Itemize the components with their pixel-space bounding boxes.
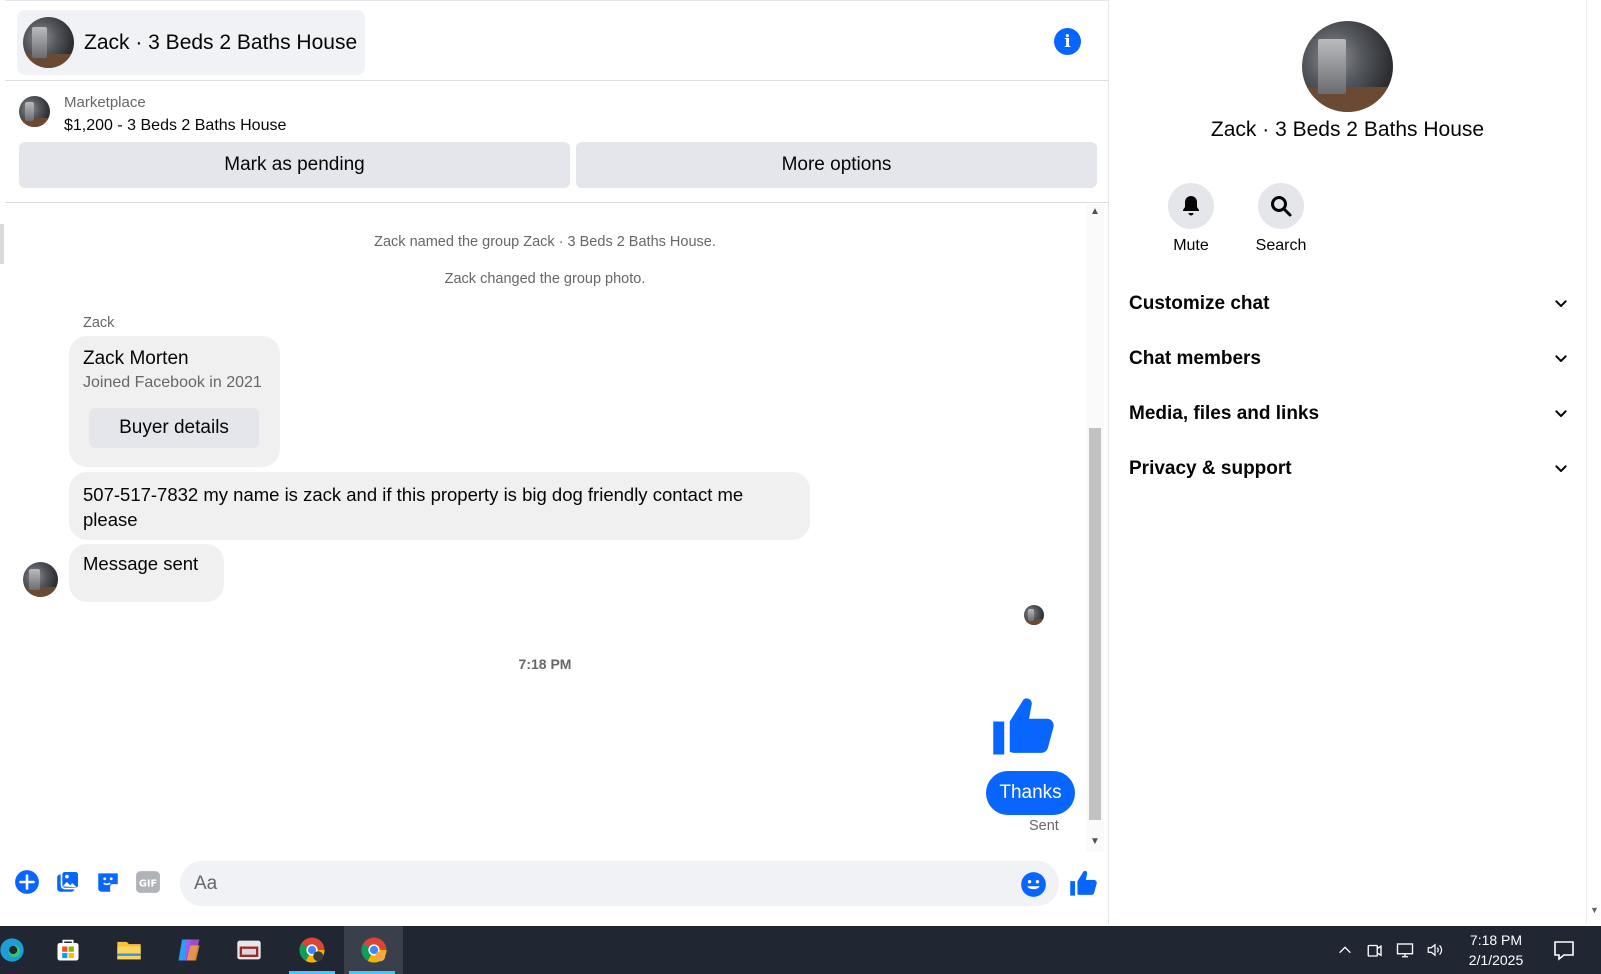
section-customize-chat[interactable]: Customize chat [1129,282,1569,326]
search-icon [1258,183,1304,229]
scroll-down-arrow-icon[interactable]: ▼ [1590,905,1599,915]
emoji-icon[interactable] [1020,871,1047,898]
section-chat-members[interactable]: Chat members [1129,337,1569,381]
sender-name: Zack [83,315,115,331]
notification-center-icon[interactable] [1551,938,1577,962]
message-scrollbar[interactable]: ▲ ▼ [1086,204,1104,852]
chat-title-button[interactable]: Zack · 3 Beds 2 Baths House [17,10,365,75]
listing-title[interactable]: $1,200 - 3 Beds 2 Baths House [64,117,286,135]
edge-icon[interactable] [0,926,40,974]
file-explorer-icon[interactable] [101,926,157,974]
mute-label: Mute [1173,237,1209,254]
clock-date: 2/1/2025 [1468,952,1524,968]
section-label: Privacy & support [1129,458,1292,479]
app-window: Zack · 3 Beds 2 Baths House i Marketplac… [0,0,1601,974]
group-photo-avatar [23,17,74,68]
listing-source: Marketplace [64,94,146,111]
section-label: Media, files and links [1129,403,1320,424]
thumbs-up-send-icon[interactable] [1069,869,1098,898]
svg-text:GIF: GIF [139,878,157,889]
chrome-profile-icon[interactable] [344,926,403,974]
taskbar-clock[interactable]: 7:18 PM 2/1/2025 [1456,930,1536,970]
chat-title: Zack · 3 Beds 2 Baths House [84,30,358,54]
mute-button[interactable]: Mute [1156,183,1226,255]
incoming-message[interactable]: 507-517-7832 my name is zack and if this… [69,472,810,540]
plus-circle-icon[interactable] [14,869,40,895]
chat-header: Zack · 3 Beds 2 Baths House i [5,0,1109,81]
volume-icon[interactable] [1420,926,1450,974]
info-icon[interactable]: i [1054,28,1081,55]
incoming-message[interactable]: Message sent [69,544,224,602]
section-privacy-support[interactable]: Privacy & support [1129,447,1569,491]
more-options-button[interactable]: More options [576,142,1097,188]
buyer-joined-date: Joined Facebook in 2021 [83,374,262,391]
chevron-up-icon[interactable] [1330,926,1360,974]
search-button[interactable]: Search [1246,183,1316,255]
chevron-down-icon [1555,410,1567,417]
system-message: Zack changed the group photo. [444,271,646,287]
message-timestamp: 7:18 PM [518,656,572,672]
buyer-profile-card: Zack Morten Joined Facebook in 2021 Buye… [69,336,280,467]
message-composer: GIF [5,855,1109,915]
chevron-down-icon [1555,465,1567,472]
mark-as-pending-button[interactable]: Mark as pending [19,142,570,188]
listing-thumbnail[interactable] [19,96,50,127]
sender-avatar[interactable] [23,562,58,597]
buyer-details-button[interactable]: Buyer details [89,408,259,448]
section-label: Customize chat [1129,293,1270,314]
chrome-icon[interactable] [284,926,340,974]
message-input[interactable] [180,861,1059,906]
chevron-down-icon [1555,300,1567,307]
network-icon[interactable] [1390,926,1420,974]
bell-icon [1168,183,1214,229]
photo-icon[interactable] [55,869,81,895]
section-label: Chat members [1129,348,1261,369]
meet-now-icon[interactable] [1360,926,1390,974]
windows-taskbar: 7:18 PM 2/1/2025 [0,926,1601,974]
gif-icon[interactable]: GIF [135,869,161,895]
scroll-up-arrow-icon[interactable]: ▲ [1090,206,1100,217]
sticker-icon[interactable] [95,869,121,895]
clock-time: 7:18 PM [1469,932,1523,948]
details-title: Zack · 3 Beds 2 Baths House [1210,118,1485,141]
thumbs-up-icon [993,698,1054,755]
scrollbar-thumb[interactable] [1089,428,1101,820]
search-label: Search [1255,237,1307,254]
listing-bar: Marketplace $1,200 - 3 Beds 2 Baths Hous… [5,82,1109,203]
system-message: Zack named the group Zack · 3 Beds 2 Bat… [374,234,716,250]
chat-details-pane: Zack · 3 Beds 2 Baths House Customize ch… [1110,0,1585,924]
scroll-down-arrow-icon[interactable]: ▼ [1090,836,1100,847]
page-scrollbar[interactable]: ▼ [1586,0,1601,924]
outgoing-message[interactable]: Thanks [986,771,1075,815]
chat-pane: Zack · 3 Beds 2 Baths House i Marketplac… [5,0,1109,924]
copilot-icon[interactable] [161,926,217,974]
chevron-down-icon [1555,355,1567,362]
section-media-files-links[interactable]: Media, files and links [1129,392,1569,436]
left-edge-marker [0,224,4,264]
buyer-name: Zack Morten [83,348,189,369]
delivery-status: Sent [1029,818,1059,834]
read-receipt-avatar [1024,605,1044,625]
message-thread: Zack named the group Zack · 3 Beds 2 Bat… [5,204,1085,852]
system-tray [1330,926,1450,974]
windows-app-icon[interactable] [221,926,277,974]
microsoft-store-icon[interactable] [40,926,96,974]
group-photo-large[interactable] [1302,21,1393,112]
